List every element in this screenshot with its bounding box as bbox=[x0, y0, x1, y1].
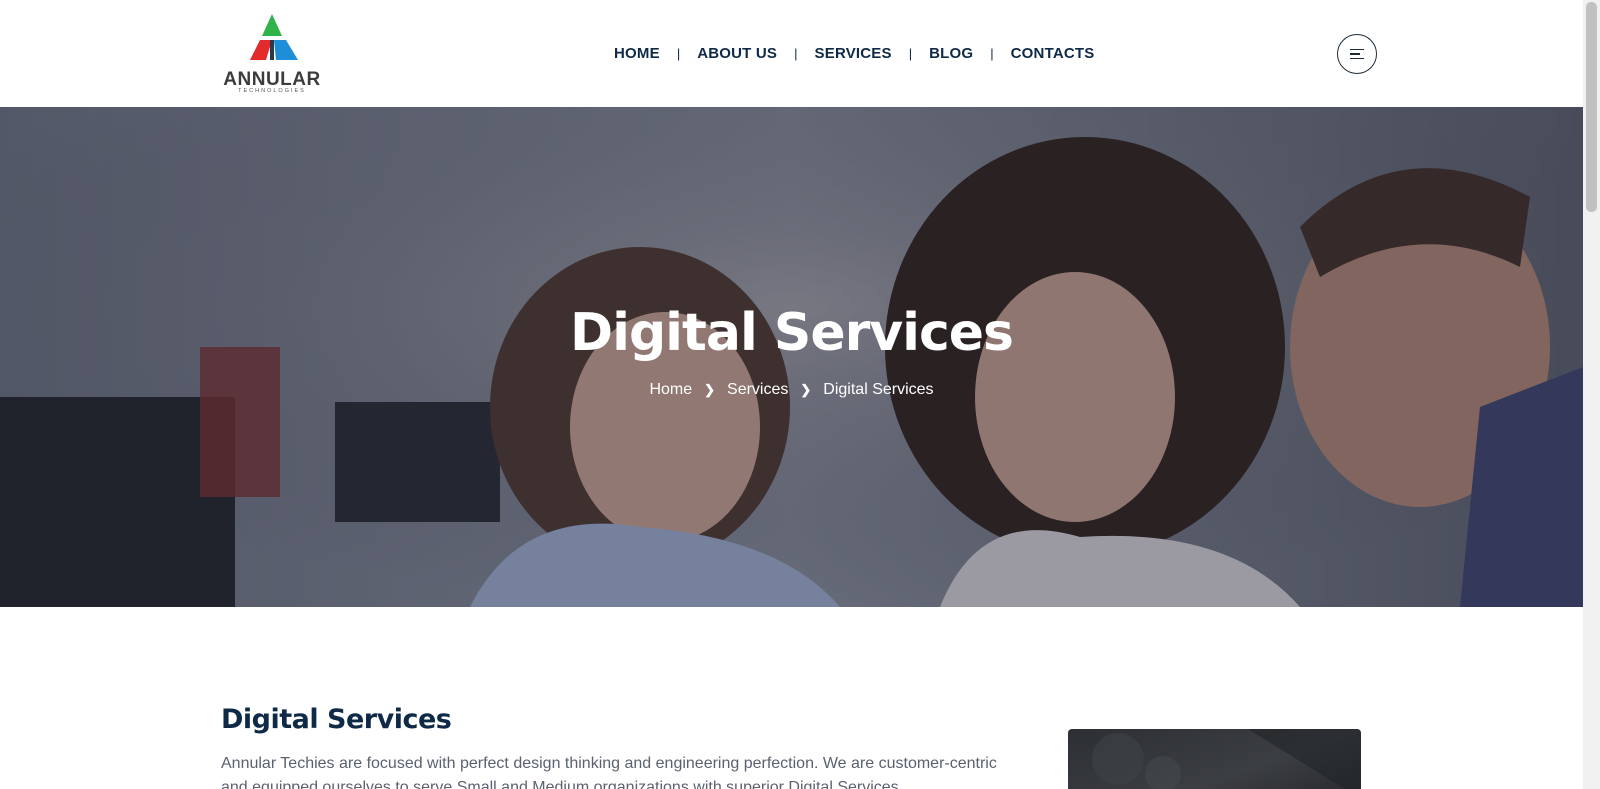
logo-subtext: TECHNOLOGIES bbox=[238, 88, 306, 94]
chevron-right-icon: ❯ bbox=[800, 382, 812, 397]
scrollbar-thumb[interactable] bbox=[1586, 2, 1597, 212]
menu-toggle-button[interactable] bbox=[1337, 34, 1377, 74]
breadcrumb-current: Digital Services bbox=[823, 381, 934, 398]
hamburger-menu-icon bbox=[1350, 48, 1364, 60]
company-logo[interactable]: ANNULAR TECHNOLOGIES bbox=[206, 12, 338, 96]
breadcrumb-home[interactable]: Home bbox=[649, 381, 692, 399]
page-scrollbar[interactable] bbox=[1583, 0, 1600, 789]
section-paragraph: Annular Techies are focused with perfect… bbox=[221, 755, 997, 789]
main-nav: HOME | ABOUT US | SERVICES | BLOG | CONT… bbox=[614, 43, 1094, 63]
nav-item-blog[interactable]: BLOG bbox=[929, 45, 973, 62]
nav-separator: | bbox=[794, 45, 798, 61]
side-card-image bbox=[1092, 729, 1361, 789]
chevron-right-icon: ❯ bbox=[704, 382, 716, 397]
nav-item-home[interactable]: HOME bbox=[614, 45, 660, 62]
logo-mark-icon bbox=[250, 14, 298, 60]
site-header: ANNULAR TECHNOLOGIES HOME | ABOUT US | S… bbox=[0, 0, 1583, 107]
section-title: Digital Services bbox=[221, 704, 452, 735]
nav-item-contacts[interactable]: CONTACTS bbox=[1011, 45, 1095, 62]
breadcrumb-services[interactable]: Services bbox=[727, 381, 788, 399]
nav-item-about-us[interactable]: ABOUT US bbox=[697, 45, 777, 62]
side-image-card bbox=[1068, 729, 1361, 789]
page-title: Digital Services bbox=[569, 303, 1014, 363]
nav-separator: | bbox=[908, 45, 913, 61]
nav-item-services[interactable]: SERVICES bbox=[815, 45, 892, 62]
hero-banner: Digital Services Home ❯ Services ❯ Digit… bbox=[0, 107, 1583, 607]
breadcrumb: Home ❯ Services ❯ Digital Services bbox=[0, 381, 1583, 399]
nav-separator: | bbox=[990, 45, 994, 61]
nav-separator: | bbox=[676, 45, 681, 61]
